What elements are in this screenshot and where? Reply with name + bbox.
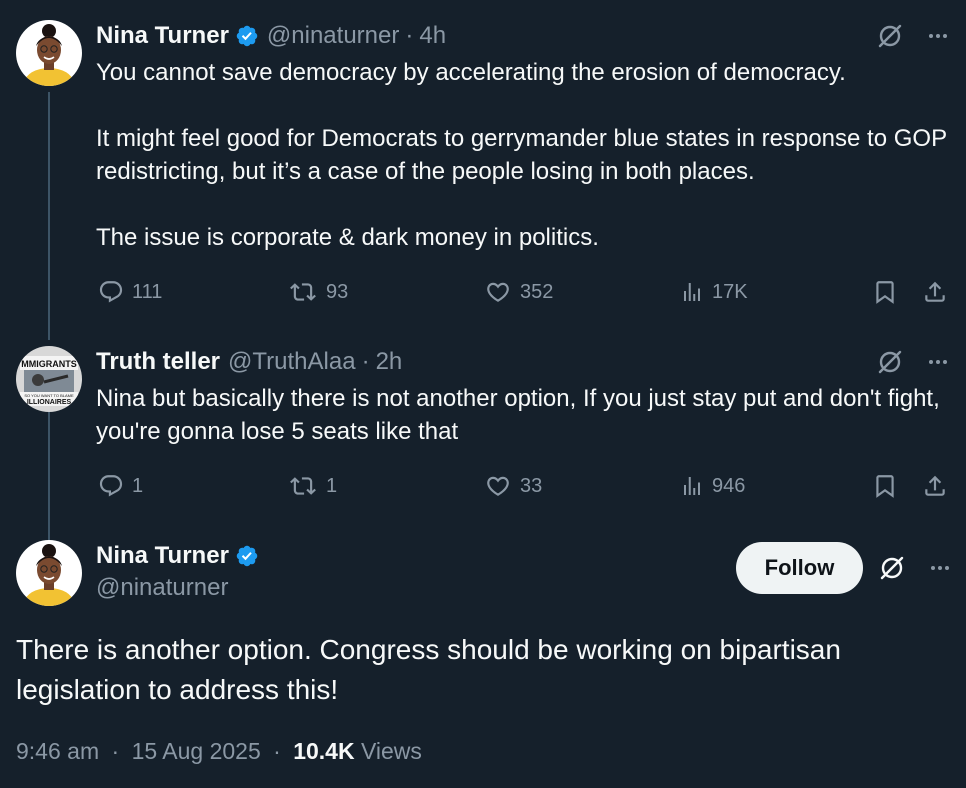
bookmark-button[interactable]: [872, 276, 898, 308]
separator: ·: [111, 738, 120, 764]
like-count: 33: [520, 474, 543, 497]
repost-icon: [288, 279, 318, 305]
reply-button[interactable]: 111: [98, 276, 162, 308]
separator: ·: [405, 22, 414, 49]
timestamp[interactable]: 2h: [376, 348, 403, 376]
display-name[interactable]: Truth teller: [96, 348, 220, 376]
views-count: 946: [712, 474, 746, 497]
avatar-sign-line: SO YOU WANT TO BLAME: [24, 393, 74, 398]
grok-icon[interactable]: [878, 554, 906, 587]
views-count: 10.4K: [293, 738, 355, 764]
repost-button[interactable]: 93: [288, 276, 348, 308]
repost-button[interactable]: 1: [288, 470, 337, 502]
grok-icon[interactable]: [876, 22, 904, 55]
tweet-date[interactable]: 15 Aug 2025: [132, 738, 261, 764]
avatar[interactable]: [16, 20, 82, 86]
bookmark-button[interactable]: [872, 470, 898, 502]
handle[interactable]: @ninaturner: [267, 22, 399, 50]
tweet-header: Nina Turner @ninaturner · 4h: [96, 20, 950, 52]
verified-badge-icon: [235, 24, 259, 48]
views-label: Views: [360, 738, 422, 764]
avatar-sign-line: MMIGRANTS: [21, 359, 77, 369]
share-button[interactable]: [922, 470, 948, 502]
tweet-header: Truth teller @TruthAlaa · 2h: [96, 346, 950, 378]
views-icon: [680, 279, 704, 305]
bookmark-icon: [872, 279, 898, 305]
bookmark-icon: [872, 473, 898, 499]
reply-icon: [98, 473, 124, 499]
views-button[interactable]: 946: [680, 470, 745, 502]
grok-icon[interactable]: [876, 348, 904, 381]
main-tweet-header-actions: [878, 554, 952, 587]
separator: ·: [361, 348, 370, 375]
views-icon: [680, 473, 704, 499]
like-count: 352: [520, 280, 554, 303]
tweet-action-bar: 111 93 352 17K: [0, 276, 966, 308]
reply-count: 111: [132, 280, 163, 303]
tweet[interactable]: Nina Turner @ninaturner · 4h You cannot …: [96, 20, 950, 254]
tweet-action-bar: 1 1 33 946: [0, 470, 966, 502]
more-icon[interactable]: [928, 556, 952, 585]
reply-button[interactable]: 1: [98, 470, 143, 502]
separator: ·: [273, 738, 281, 764]
reply-count: 1: [132, 474, 144, 497]
like-button[interactable]: 33: [484, 470, 542, 502]
tweet[interactable]: Truth teller @TruthAlaa · 2h Nina but ba…: [96, 346, 950, 448]
like-icon: [484, 473, 512, 499]
display-name[interactable]: Nina Turner: [96, 22, 229, 50]
share-button[interactable]: [922, 276, 948, 308]
share-icon: [922, 279, 948, 305]
timestamp[interactable]: 4h: [419, 22, 446, 50]
avatar[interactable]: MMIGRANTS SO YOU WANT TO BLAME ILLIONAIR…: [16, 346, 82, 412]
more-icon[interactable]: [926, 350, 950, 379]
tweet-text: Nina but basically there is not another …: [96, 385, 947, 445]
tweet-header-actions: [876, 20, 950, 56]
reply-icon: [98, 279, 124, 305]
main-tweet-text: There is another option. Congress should…: [16, 634, 841, 705]
like-icon: [484, 279, 512, 305]
repost-count: 1: [326, 474, 338, 497]
views-count: 17K: [712, 280, 748, 303]
more-icon[interactable]: [926, 24, 950, 53]
like-button[interactable]: 352: [484, 276, 553, 308]
tweet-time[interactable]: 9:46 am: [16, 738, 99, 764]
views-button[interactable]: 17K: [680, 276, 748, 308]
display-name[interactable]: Nina Turner: [96, 542, 229, 570]
follow-button[interactable]: Follow: [736, 542, 863, 594]
tweet-meta: 9:46 am · 15 Aug 2025 · 10.4K Views: [16, 738, 422, 765]
avatar[interactable]: [16, 540, 82, 606]
handle[interactable]: @TruthAlaa: [228, 348, 356, 376]
repost-icon: [288, 473, 318, 499]
handle[interactable]: @ninaturner: [96, 574, 228, 602]
tweet-text: You cannot save democracy by acceleratin…: [96, 59, 947, 251]
repost-count: 93: [326, 280, 349, 303]
tweet-header-actions: [876, 346, 950, 382]
share-icon: [922, 473, 948, 499]
verified-badge-icon: [235, 544, 259, 568]
avatar-sign-line: ILLIONAIRES: [27, 399, 72, 406]
